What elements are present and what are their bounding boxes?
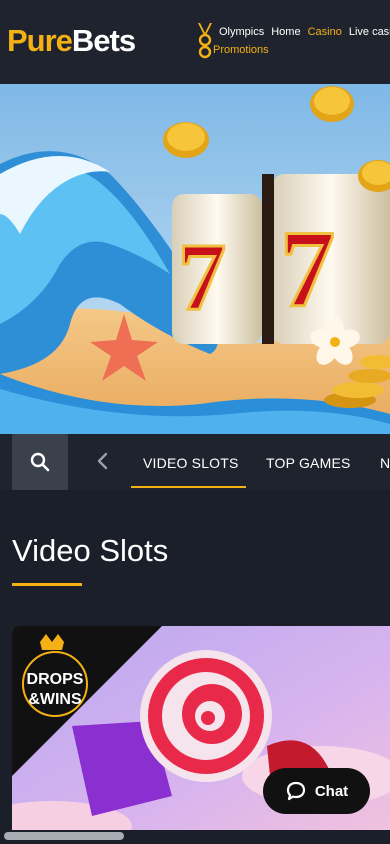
- active-category-indicator: [131, 486, 246, 488]
- chat-bubble-icon: [286, 781, 305, 801]
- purebets-logo[interactable]: PureBets: [7, 23, 136, 59]
- nav-casino[interactable]: Casino: [308, 26, 342, 38]
- horizontal-scrollbar-thumb[interactable]: [4, 832, 124, 840]
- drops-wins-line2: &WINS: [28, 691, 82, 708]
- chat-button[interactable]: Chat: [263, 768, 370, 814]
- chevron-left-icon[interactable]: [93, 450, 113, 472]
- svg-text:7: 7: [178, 223, 226, 330]
- nav-olympics[interactable]: Olympics: [219, 26, 264, 38]
- search-icon: [30, 452, 50, 472]
- nav-home[interactable]: Home: [271, 26, 300, 38]
- category-top-games[interactable]: TOP GAMES: [266, 455, 351, 471]
- nav-promotions[interactable]: Promotions: [213, 44, 269, 56]
- logo-bets-text: Bets: [71, 23, 136, 58]
- chat-label: Chat: [314, 782, 349, 800]
- category-video-slots[interactable]: VIDEO SLOTS: [143, 455, 239, 471]
- nav-live-casino[interactable]: Live casino: [349, 26, 390, 38]
- drops-wins-line1: DROPS: [27, 671, 84, 688]
- page-title: Video Slots: [12, 533, 169, 568]
- search-button[interactable]: [12, 434, 68, 490]
- category-next-partial[interactable]: N: [380, 455, 390, 471]
- top-nav: Olympics Home Casino Live casino: [219, 26, 390, 38]
- svg-text:7: 7: [280, 208, 335, 330]
- title-underline: [12, 583, 82, 586]
- hero-banner[interactable]: 7 7: [0, 84, 390, 434]
- logo-pure-text: Pure: [7, 23, 73, 58]
